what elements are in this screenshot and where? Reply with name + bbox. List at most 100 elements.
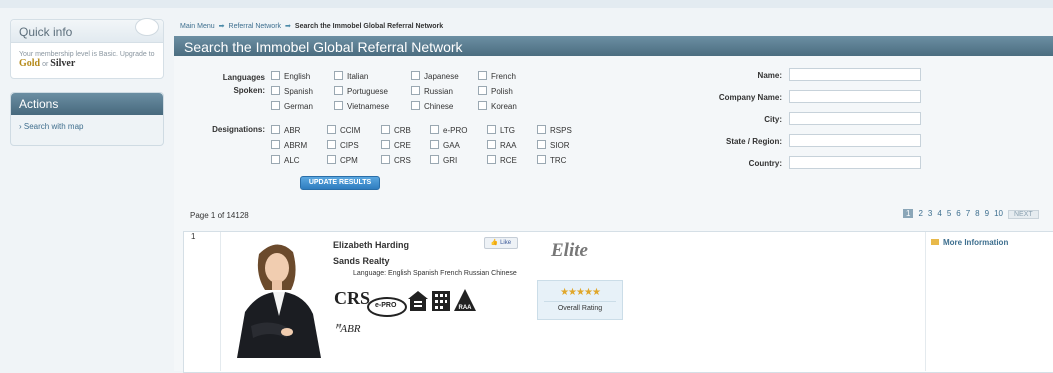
more-information-link[interactable]: More Information <box>931 238 1008 247</box>
update-results-button[interactable]: UPDATE RESULTS <box>300 176 380 190</box>
star-rating-icon: ★★★★★ <box>560 287 601 298</box>
checkbox-label: German <box>284 102 313 111</box>
checkbox-abrm[interactable]: ABRM <box>271 140 307 150</box>
country-input[interactable] <box>789 156 921 169</box>
checkbox-box <box>271 86 280 95</box>
company-name-input[interactable] <box>789 90 921 103</box>
raa-logo-text: RAA <box>459 305 473 311</box>
checkbox-vietnamese[interactable]: Vietnamese <box>334 101 389 111</box>
page-4[interactable]: 4 <box>937 209 941 218</box>
checkbox-alc[interactable]: ALC <box>271 155 300 165</box>
checkbox-label: CIPS <box>340 141 359 150</box>
checkbox-french[interactable]: French <box>478 71 516 81</box>
name-input[interactable] <box>789 68 921 81</box>
search-with-map-label: Search with map <box>23 122 84 131</box>
checkbox-label: CRB <box>394 126 411 135</box>
state-region-input[interactable] <box>789 134 921 147</box>
upgrade-gold-link[interactable]: Gold <box>19 58 40 69</box>
checkbox-box <box>537 155 546 164</box>
checkbox-ltg[interactable]: LTG <box>487 125 515 135</box>
checkbox-label: Japanese <box>424 72 459 81</box>
checkbox-raa[interactable]: RAA <box>487 140 516 150</box>
checkbox-box <box>487 155 496 164</box>
membership-text-body: Your membership level is Basic. Upgrade … <box>19 51 155 58</box>
checkbox-italian[interactable]: Italian <box>334 71 368 81</box>
more-information-label: More Information <box>943 238 1009 247</box>
checkbox-label: English <box>284 72 311 81</box>
page-8[interactable]: 8 <box>975 209 979 218</box>
checkbox-crb[interactable]: CRB <box>381 125 411 135</box>
checkbox-trc[interactable]: TRC <box>537 155 566 165</box>
checkbox-cips[interactable]: CIPS <box>327 140 359 150</box>
checkbox-epro[interactable]: e-PRO <box>430 125 467 135</box>
checkbox-cpm[interactable]: CPM <box>327 155 358 165</box>
checkbox-gri[interactable]: GRI <box>430 155 457 165</box>
city-input[interactable] <box>789 112 921 125</box>
city-label: City: <box>764 115 782 124</box>
breadcrumb-arrow-icon: ➡ <box>285 23 291 30</box>
quick-info-title: Quick info <box>19 25 73 39</box>
checkbox-polish[interactable]: Polish <box>478 86 513 96</box>
page-1[interactable]: 1 <box>903 209 914 218</box>
upgrade-silver-link[interactable]: Silver <box>50 58 75 69</box>
rating-box: ★★★★★ Overall Rating <box>537 280 623 320</box>
breadcrumb-current: Search the Immobel Global Referral Netwo… <box>294 23 444 30</box>
page-7[interactable]: 7 <box>966 209 970 218</box>
breadcrumb: Main Menu ➡ Referral Network ➡ Search the Im… <box>180 22 443 30</box>
checkbox-english[interactable]: English <box>271 71 310 81</box>
breadcrumb-arrow-icon: ➡ <box>218 23 225 30</box>
abr-logo: ꟸABR <box>334 323 361 335</box>
checkbox-box <box>411 86 420 95</box>
checkbox-russian[interactable]: Russian <box>411 86 453 96</box>
like-label: Like <box>500 240 512 246</box>
page-9[interactable]: 9 <box>985 209 989 218</box>
agent-photo[interactable] <box>229 234 326 358</box>
agent-name[interactable]: Elizabeth Harding <box>333 240 409 250</box>
checkbox-crs[interactable]: CRS <box>381 155 411 165</box>
checkbox-rce[interactable]: RCE <box>487 155 517 165</box>
checkbox-box <box>430 155 439 164</box>
checkbox-portuguese[interactable]: Portuguese <box>334 86 388 96</box>
page-2[interactable]: 2 <box>918 209 922 218</box>
checkbox-german[interactable]: German <box>271 101 313 111</box>
checkbox-box <box>271 140 280 149</box>
page-10[interactable]: 10 <box>994 209 1003 218</box>
checkbox-chinese[interactable]: Chinese <box>411 101 453 111</box>
checkbox-label: CRE <box>394 141 411 150</box>
membership-text: Your membership level is Basic. Upgrade … <box>19 50 159 69</box>
checkbox-label: ABRM <box>284 141 308 150</box>
checkbox-spanish[interactable]: Spanish <box>271 86 313 96</box>
checkbox-label: GAA <box>443 141 460 150</box>
facebook-like-button[interactable]: 👍 Like <box>484 237 518 249</box>
page-3[interactable]: 3 <box>928 209 932 218</box>
agent-company: Sands Realty <box>333 256 390 266</box>
checkbox-label: Spanish <box>284 87 313 96</box>
breadcrumb-referral-network[interactable]: Referral Network <box>229 23 282 30</box>
search-with-map-link[interactable]: › Search with map <box>19 122 83 131</box>
checkbox-label: TRC <box>550 156 567 165</box>
pagination: 1 2 3 4 5 6 7 8 9 10 NEXT <box>903 209 1044 219</box>
checkbox-japanese[interactable]: Japanese <box>411 71 459 81</box>
checkbox-gaa[interactable]: GAA <box>430 140 460 150</box>
next-button[interactable]: NEXT <box>1007 210 1039 219</box>
checkbox-cre[interactable]: CRE <box>381 140 411 150</box>
checkbox-rsps[interactable]: RSPS <box>537 125 572 135</box>
checkbox-label: RSPS <box>550 126 572 135</box>
checkbox-ccim[interactable]: CCIM <box>327 125 360 135</box>
divider <box>544 301 616 302</box>
actions-title: Actions <box>19 97 59 111</box>
page-header-bar: Search the Immobel Global Referral Netwo… <box>174 36 1053 56</box>
checkbox-abr[interactable]: ABR <box>271 125 300 135</box>
checkbox-box <box>430 140 439 149</box>
checkbox-label: Portuguese <box>347 87 388 96</box>
elite-badge: Elite <box>551 240 588 261</box>
checkbox-box <box>411 101 420 110</box>
top-strip <box>0 0 1053 8</box>
checkbox-sior[interactable]: SIOR <box>537 140 570 150</box>
epro-logo: e-PRO <box>367 297 407 317</box>
checkbox-korean[interactable]: Korean <box>478 101 517 111</box>
checkbox-label: RCE <box>500 156 517 165</box>
page-6[interactable]: 6 <box>956 209 960 218</box>
page-5[interactable]: 5 <box>947 209 951 218</box>
breadcrumb-main-menu[interactable]: Main Menu <box>180 23 215 30</box>
